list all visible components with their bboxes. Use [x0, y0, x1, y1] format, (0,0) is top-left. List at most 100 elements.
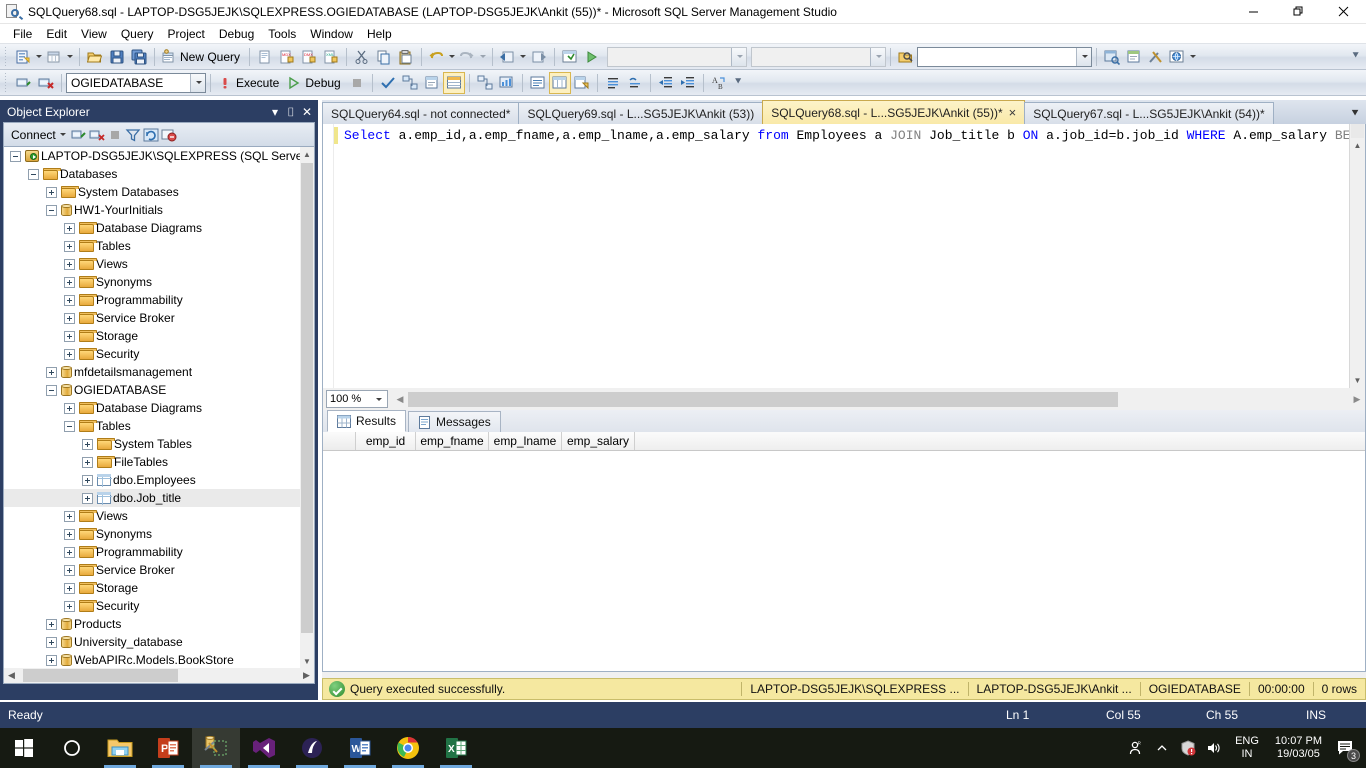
- editor-scroll-left-arrow[interactable]: ◀: [392, 394, 408, 405]
- new-analysis-services-mdx-query-button[interactable]: MDX: [276, 46, 298, 68]
- zoom-select[interactable]: 100 %: [326, 390, 388, 408]
- template-explorer-button[interactable]: [1123, 46, 1145, 68]
- results-to-grid-button[interactable]: [442, 71, 465, 94]
- close-panel-icon[interactable]: ✕: [299, 104, 315, 120]
- grid-column-header[interactable]: emp_lname: [489, 432, 562, 450]
- grid-column-header[interactable]: emp_fname: [416, 432, 489, 450]
- editor-horizontal-scrollbar[interactable]: ◀ ▶: [392, 390, 1365, 408]
- expand-icon[interactable]: [64, 312, 75, 324]
- help-button[interactable]: [1167, 46, 1198, 68]
- tree-node[interactable]: Storage: [4, 579, 300, 597]
- tree-node[interactable]: Database Diagrams: [4, 399, 300, 417]
- editor-scroll-right-arrow[interactable]: ▶: [1349, 394, 1365, 405]
- menu-window[interactable]: Window: [303, 25, 360, 43]
- editor-tab[interactable]: SQLQuery68.sql - L...SG5JEJK\Ankit (55))…: [762, 100, 1026, 124]
- activity-monitor-icon[interactable]: [161, 127, 177, 143]
- find-in-files-button[interactable]: [895, 46, 917, 68]
- expand-icon[interactable]: [82, 492, 93, 504]
- disconnect-button[interactable]: [35, 72, 57, 94]
- options-button[interactable]: [1145, 46, 1167, 68]
- find-combo[interactable]: [917, 46, 1093, 67]
- scroll-left-arrow[interactable]: ◀: [4, 670, 19, 681]
- menu-debug[interactable]: Debug: [212, 25, 261, 43]
- expand-icon[interactable]: [82, 474, 93, 486]
- comment-lines-button[interactable]: [602, 72, 624, 94]
- undo-button[interactable]: [426, 46, 457, 68]
- disconnect-object-explorer-icon[interactable]: [89, 127, 105, 143]
- tree-node[interactable]: Tables: [4, 237, 300, 255]
- expand-icon[interactable]: [64, 582, 75, 594]
- display-estimated-execution-plan-button[interactable]: [399, 72, 421, 94]
- object-explorer-button[interactable]: [1101, 46, 1123, 68]
- stop-icon[interactable]: [107, 127, 123, 143]
- connect-object-explorer-icon[interactable]: [71, 127, 87, 143]
- chevron-up-icon[interactable]: [1149, 728, 1175, 768]
- editor-tab[interactable]: SQLQuery64.sql - not connected*: [322, 102, 520, 124]
- connect-button[interactable]: [13, 72, 35, 94]
- new-item-dropdown-arrow[interactable]: [67, 55, 73, 58]
- new-item-button[interactable]: [44, 46, 75, 68]
- grid-corner-cell[interactable]: [323, 432, 356, 450]
- save-all-button[interactable]: [128, 46, 150, 68]
- taskbar-ssms[interactable]: [192, 728, 240, 768]
- menu-help[interactable]: Help: [360, 25, 399, 43]
- zoom-dropdown-arrow[interactable]: [376, 397, 382, 401]
- debug-target-dropdown-arrow[interactable]: [731, 47, 747, 66]
- volume-icon[interactable]: [1201, 728, 1227, 768]
- open-file-button[interactable]: [84, 46, 106, 68]
- taskbar-chrome[interactable]: [384, 728, 432, 768]
- cortana-search-button[interactable]: [48, 728, 96, 768]
- expand-icon[interactable]: [46, 186, 57, 198]
- people-icon[interactable]: ᴿ: [1123, 728, 1149, 768]
- scroll-right-arrow[interactable]: ▶: [299, 670, 314, 681]
- tree-node[interactable]: FileTables: [4, 453, 300, 471]
- toolbar-overflow-button[interactable]: ⯆: [1351, 50, 1360, 63]
- expand-icon[interactable]: [46, 654, 57, 666]
- cancel-executing-query-button[interactable]: [346, 72, 368, 94]
- tree-node[interactable]: System Tables: [4, 435, 300, 453]
- cut-button[interactable]: [351, 46, 373, 68]
- close-button[interactable]: [1321, 0, 1366, 24]
- tree-node[interactable]: Programmability: [4, 543, 300, 561]
- tree-node[interactable]: Products: [4, 615, 300, 633]
- maximize-restore-button[interactable]: [1276, 0, 1321, 24]
- tab-overflow-menu-icon[interactable]: ⯆: [1344, 102, 1366, 124]
- tree-node[interactable]: HW1-YourInitials: [4, 201, 300, 219]
- help-dropdown-arrow[interactable]: [1190, 55, 1197, 58]
- editor-scroll-up-arrow[interactable]: ▲: [1350, 138, 1365, 153]
- connect-menu-button[interactable]: Connect: [8, 128, 69, 142]
- editor-toolbar-overflow-button[interactable]: ⯆: [734, 76, 743, 89]
- query-options-button[interactable]: [421, 72, 443, 94]
- taskbar-excel[interactable]: X: [432, 728, 480, 768]
- collapse-icon[interactable]: [46, 204, 57, 216]
- copy-button[interactable]: [373, 46, 395, 68]
- collapse-icon[interactable]: [46, 384, 57, 396]
- expand-icon[interactable]: [64, 276, 75, 288]
- find-combo-dropdown-arrow[interactable]: [1076, 47, 1092, 66]
- new-analysis-services-dmx-query-button[interactable]: DMX: [298, 46, 320, 68]
- expand-icon[interactable]: [64, 330, 75, 342]
- taskbar-eclipse[interactable]: [288, 728, 336, 768]
- expand-icon[interactable]: [82, 456, 93, 468]
- expand-icon[interactable]: [64, 564, 75, 576]
- tab-results[interactable]: Results: [327, 410, 407, 432]
- save-button[interactable]: [106, 46, 128, 68]
- expand-icon[interactable]: [46, 618, 57, 630]
- include-actual-execution-plan-button[interactable]: [474, 72, 496, 94]
- undo-dropdown-arrow[interactable]: [449, 55, 456, 58]
- tree-node[interactable]: Tables: [4, 417, 300, 435]
- start-debugging-button[interactable]: [581, 46, 603, 68]
- collapse-icon[interactable]: [64, 420, 75, 432]
- tree-node[interactable]: mfdetailsmanagement: [4, 363, 300, 381]
- collapse-icon[interactable]: [28, 168, 39, 180]
- tree-node[interactable]: Service Broker: [4, 561, 300, 579]
- expand-icon[interactable]: [64, 528, 75, 540]
- increase-indent-button[interactable]: [677, 72, 699, 94]
- available-databases-dropdown-arrow[interactable]: [190, 73, 205, 92]
- expand-icon[interactable]: [64, 348, 75, 360]
- tree-horizontal-scrollbar[interactable]: ◀ ▶: [4, 668, 314, 683]
- object-explorer-tree[interactable]: LAPTOP-DSG5JEJK\SQLEXPRESS (SQL Server 1…: [3, 146, 315, 684]
- expand-icon[interactable]: [64, 510, 75, 522]
- results-grid[interactable]: emp_id emp_fname emp_lname emp_salary: [322, 432, 1366, 672]
- expand-icon[interactable]: [64, 546, 75, 558]
